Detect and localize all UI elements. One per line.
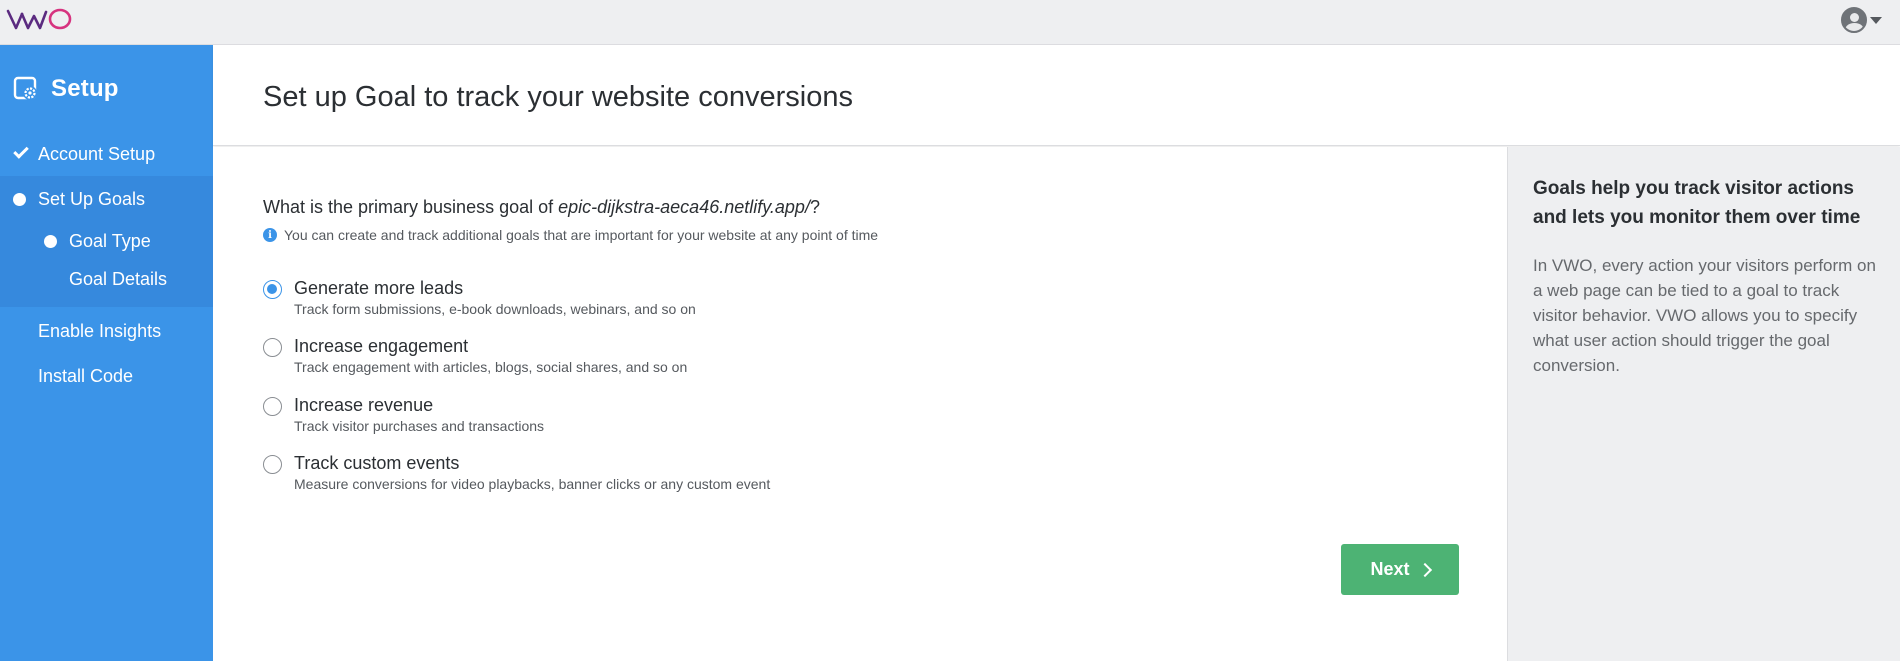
option-description: Track form submissions, e-book downloads…	[294, 301, 696, 317]
sidebar-title: Setup	[13, 75, 119, 103]
goal-option-increase-engagement[interactable]: Increase engagement Track engagement wit…	[263, 334, 963, 382]
caret-down-icon	[1870, 16, 1882, 24]
info-icon: i	[263, 228, 277, 242]
sidebar-item-label: Enable Insights	[38, 320, 162, 341]
option-title: Increase engagement	[294, 336, 469, 356]
option-description: Track engagement with articles, blogs, s…	[294, 359, 688, 375]
radio-button-selected[interactable]	[263, 280, 282, 299]
sidebar-subitem-goal-type[interactable]: Goal Type	[0, 222, 213, 260]
check-icon	[13, 143, 29, 159]
radio-button[interactable]	[263, 455, 282, 474]
hint-text: You can create and track additional goal…	[284, 227, 879, 243]
option-title: Track custom events	[294, 453, 460, 473]
user-menu[interactable]	[1841, 7, 1882, 33]
question-domain: epic-dijkstra-aeca46.netlify.app/	[558, 197, 810, 217]
sidebar-item-install-code[interactable]: Install Code	[0, 354, 213, 398]
sidebar-subitem-goal-details[interactable]: Goal Details	[0, 260, 213, 298]
sidebar-subitem-label: Goal Type	[69, 230, 151, 251]
next-button[interactable]: Next	[1341, 544, 1459, 595]
vwo-logo-mark	[6, 8, 72, 30]
top-bar	[0, 0, 1900, 45]
page-header: Set up Goal to track your website conver…	[213, 45, 1900, 146]
dot-icon	[13, 192, 26, 206]
next-button-label: Next	[1370, 559, 1410, 579]
goal-hint: i You can create and track additional go…	[263, 227, 878, 243]
radio-button[interactable]	[263, 338, 282, 357]
user-avatar-icon	[1841, 7, 1867, 33]
question-suffix: ?	[809, 197, 820, 217]
sidebar-item-label: Account Setup	[38, 143, 156, 164]
sidebar-item-enable-insights[interactable]: Enable Insights	[0, 309, 213, 353]
sidebar-item-account-setup[interactable]: Account Setup	[0, 132, 213, 176]
info-panel-text: In VWO, every action your visitors perfo…	[1533, 256, 1876, 375]
goal-option-custom-events[interactable]: Track custom events Measure conversions …	[263, 451, 963, 499]
option-title: Generate more leads	[294, 278, 464, 298]
vwo-logo[interactable]	[6, 6, 72, 32]
goal-question: What is the primary business goal of epi…	[263, 197, 820, 218]
chevron-right-icon	[1417, 562, 1432, 578]
dot-icon	[44, 234, 57, 248]
option-description: Measure conversions for video playbacks,…	[294, 476, 771, 492]
setup-gear-icon	[13, 76, 37, 100]
sidebar-item-label: Install Code	[38, 365, 134, 386]
info-panel: Goals help you track visitor actions and…	[1507, 147, 1900, 661]
radio-button[interactable]	[263, 397, 282, 416]
sidebar: Setup Account Setup Set Up Goals Goal Ty…	[0, 45, 213, 661]
goal-option-increase-revenue[interactable]: Increase revenue Track visitor purchases…	[263, 393, 963, 441]
option-description: Track visitor purchases and transactions	[294, 418, 545, 434]
sidebar-subitem-label: Goal Details	[69, 268, 168, 289]
sidebar-title-label: Setup	[51, 75, 119, 102]
info-panel-title: Goals help you track visitor actions and…	[1533, 178, 1861, 228]
goal-option-generate-leads[interactable]: Generate more leads Track form submissio…	[263, 276, 963, 324]
page-title: Set up Goal to track your website conver…	[263, 81, 853, 113]
sidebar-item-label: Set Up Goals	[38, 188, 146, 209]
main-content: What is the primary business goal of epi…	[213, 147, 1507, 661]
option-title: Increase revenue	[294, 395, 434, 415]
sidebar-item-set-up-goals[interactable]: Set Up Goals	[0, 177, 213, 221]
question-prefix: What is the primary business goal of	[263, 197, 559, 217]
